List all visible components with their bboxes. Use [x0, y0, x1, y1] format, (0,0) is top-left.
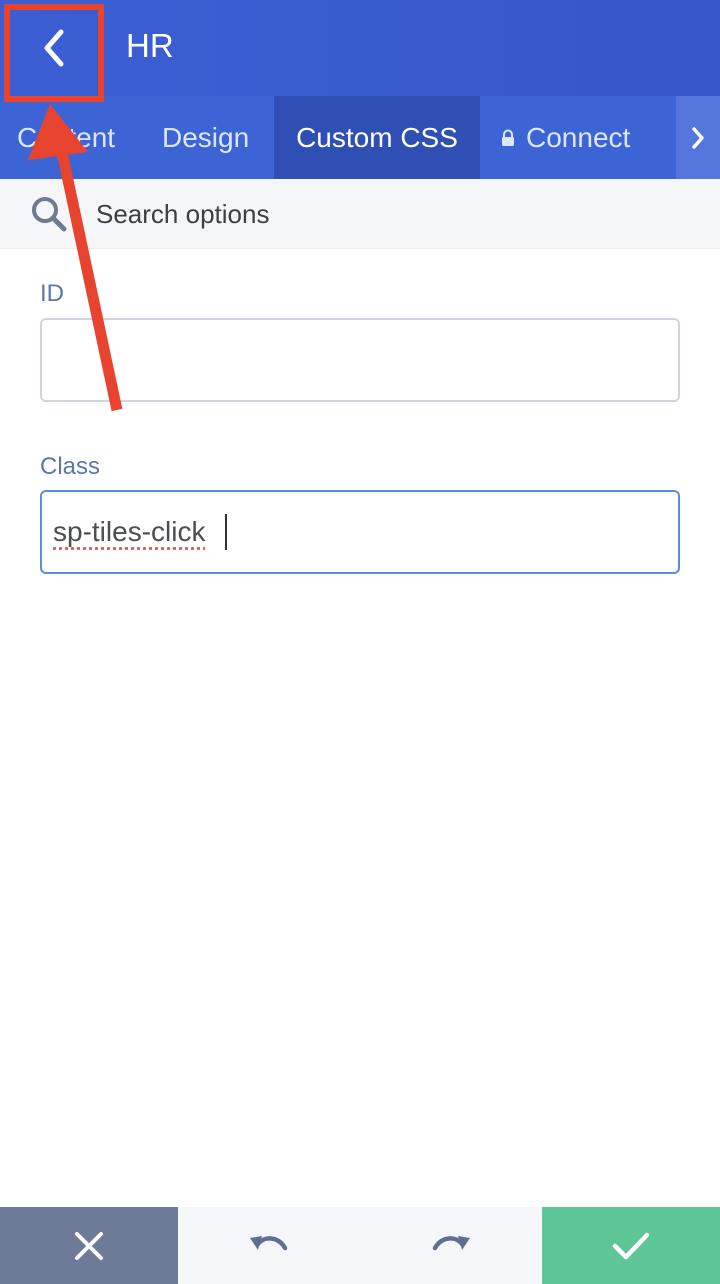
- tab-design[interactable]: Design: [162, 96, 249, 179]
- search-icon: [32, 197, 67, 232]
- tab-connect-label: Connect: [526, 121, 631, 153]
- tabs-next-button[interactable]: [676, 96, 720, 179]
- search-bar: [0, 179, 720, 249]
- redo-icon: [432, 1235, 470, 1250]
- apply-button[interactable]: [542, 1207, 720, 1284]
- search-input[interactable]: [96, 191, 696, 237]
- cancel-button[interactable]: [0, 1207, 178, 1284]
- class-label: Class: [40, 453, 101, 480]
- id-label: ID: [40, 280, 64, 307]
- class-field[interactable]: sp-tiles-click: [40, 490, 680, 574]
- footer-toolbar: [0, 1207, 720, 1284]
- annotation-highlight-box: [4, 4, 104, 102]
- tab-connect[interactable]: Connect: [500, 96, 630, 179]
- tab-custom-css[interactable]: Custom CSS: [274, 96, 480, 179]
- close-icon: [75, 1231, 103, 1260]
- redo-button[interactable]: [360, 1207, 542, 1284]
- text-caret: [225, 514, 227, 550]
- id-input[interactable]: [42, 320, 678, 400]
- tab-content[interactable]: Content: [17, 96, 115, 179]
- id-field[interactable]: [40, 318, 680, 402]
- header-bar: HR: [0, 0, 720, 96]
- undo-button[interactable]: [178, 1207, 360, 1284]
- page-title: HR: [126, 27, 174, 64]
- lock-icon: [502, 129, 514, 146]
- undo-icon: [250, 1235, 288, 1250]
- check-icon: [612, 1232, 650, 1259]
- tab-bar: Content Design Custom CSS Connect: [0, 96, 720, 179]
- chevron-right-icon: [692, 126, 704, 149]
- class-input-value[interactable]: sp-tiles-click: [53, 514, 205, 550]
